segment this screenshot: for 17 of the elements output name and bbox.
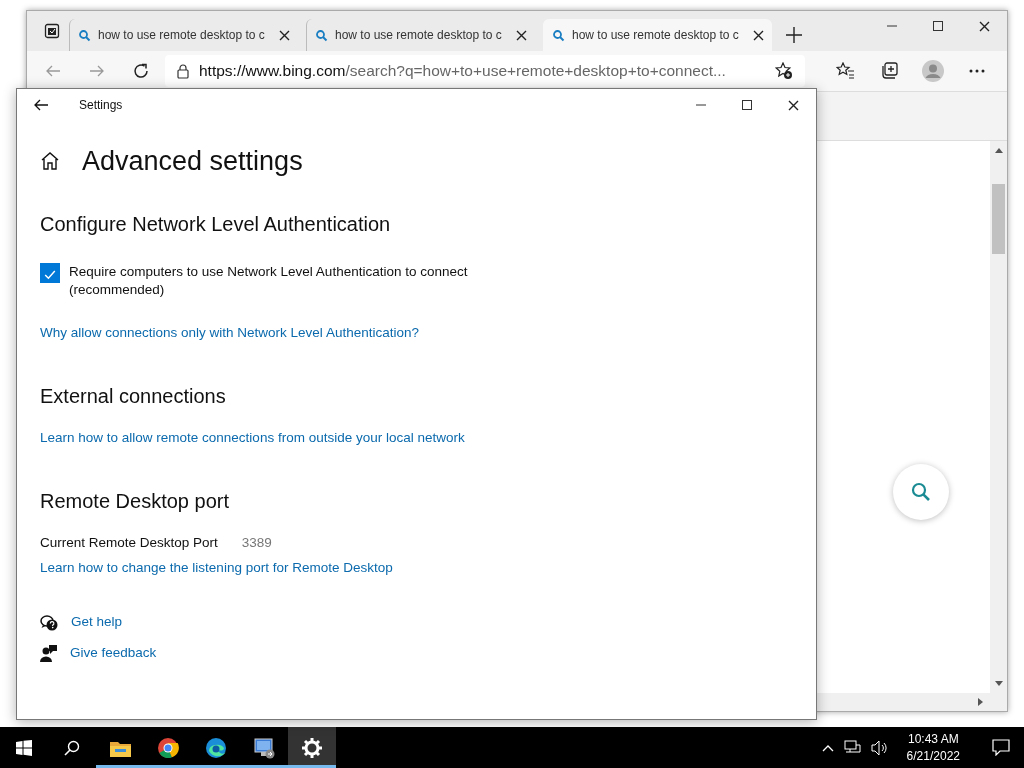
section-heading: Remote Desktop port: [40, 489, 230, 514]
help-link[interactable]: Get help: [71, 612, 123, 632]
help-link[interactable]: Learn how to change the listening port for Remote Desktop: [40, 558, 393, 578]
field-value: 3389: [241, 534, 272, 552]
clock[interactable]: 10:43 AM 6/21/2022: [898, 730, 968, 765]
field-label: Current Remote Desktop Port: [40, 534, 218, 552]
checkbox-label: Require computers to use Network Level Authentication to connect (recommended): [69, 263, 469, 299]
url-text: https://www.bing.com/search?q=how+to+use+remote+desktop+to+connect...: [199, 62, 727, 80]
help-link[interactable]: Give feedback: [70, 643, 157, 663]
window-title: Settings: [79, 98, 123, 112]
help-link[interactable]: Why allow connections only with Network Level Authentication?: [40, 323, 419, 343]
page-title: Advanced settings: [82, 145, 303, 178]
browser-tab[interactable]: how to use remote desktop to c: [543, 19, 772, 51]
section-heading: External connections: [40, 384, 227, 409]
help-link[interactable]: Learn how to allow remote connections from outside your local network: [40, 428, 465, 448]
section-heading: Configure Network Level Authentication: [40, 212, 392, 237]
address-bar[interactable]: https://www.bing.com/search?q=how+to+use+remote+desktop+to+connect...: [165, 55, 805, 87]
